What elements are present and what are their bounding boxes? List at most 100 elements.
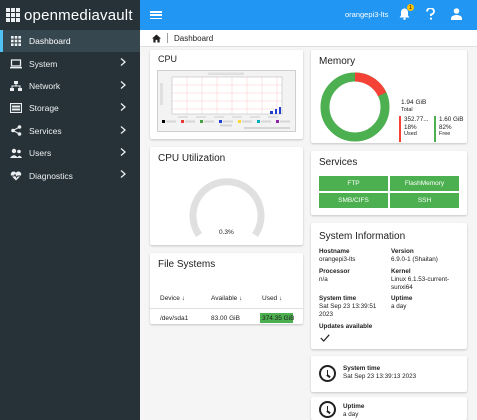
notification-count-badge: 1 bbox=[407, 4, 414, 11]
cpu-utilization-widget: CPU Utilization 0.3% bbox=[150, 147, 303, 245]
sidebar-item-network[interactable]: Network bbox=[0, 75, 140, 97]
uptime-widget: Uptime a day bbox=[311, 397, 467, 420]
cpu-usage-graph-image bbox=[157, 70, 296, 132]
divider bbox=[150, 308, 303, 309]
uptime-card-value: a day bbox=[343, 411, 359, 418]
version-label: Version bbox=[391, 248, 414, 255]
memory-donut-chart bbox=[320, 72, 390, 142]
uptime-card-label: Uptime bbox=[343, 403, 365, 410]
cpu-utilization-value: 0.3% bbox=[219, 229, 234, 236]
memory-total-label: Total bbox=[401, 107, 413, 113]
memory-used-value: 352.77... bbox=[404, 116, 429, 123]
sidebar-item-services[interactable]: Services bbox=[0, 120, 140, 142]
services-widget: Services FTP FlashMemory SMB/CIFS SSH bbox=[311, 151, 467, 215]
share-icon bbox=[10, 125, 22, 137]
hostname-label: orangepi3-lts bbox=[345, 10, 389, 19]
column-header-device[interactable]: Device ↓ bbox=[160, 295, 185, 302]
app-name: openmediavault bbox=[24, 6, 133, 24]
check-icon bbox=[320, 334, 330, 342]
memory-free-stat: 1.60 GiB 82% Free bbox=[434, 116, 464, 142]
memory-free-value: 1.60 GiB bbox=[439, 116, 464, 123]
uptime-label: Uptime bbox=[391, 295, 413, 302]
widget-title: System Information bbox=[319, 231, 406, 242]
cell-device: /dev/sda1 bbox=[160, 315, 189, 322]
sidebar-item-label: Users bbox=[29, 148, 52, 159]
cell-used: 374.35 GiB bbox=[262, 315, 295, 322]
chevron-right-icon bbox=[120, 58, 126, 68]
memory-total-value: 1.94 GiB bbox=[401, 99, 427, 106]
help-icon bbox=[425, 8, 435, 20]
sidebar-item-users[interactable]: Users bbox=[0, 142, 140, 164]
sidebar-item-label: Services bbox=[29, 125, 62, 136]
top-bar: orangepi3-lts 1 bbox=[140, 0, 477, 30]
sidebar-nav: Dashboard System Network Storage Service… bbox=[0, 30, 140, 187]
memory-widget: Memory 1.94 GiB Total 352.77... 18% Used… bbox=[311, 50, 467, 143]
chevron-right-icon bbox=[120, 103, 126, 113]
chevron-right-icon bbox=[120, 170, 126, 180]
processor-value: n/a bbox=[319, 276, 328, 283]
sidebar-item-label: Dashboard bbox=[29, 36, 71, 47]
sidebar-item-dashboard[interactable]: Dashboard bbox=[0, 30, 140, 53]
column-header-used[interactable]: Used ↓ bbox=[262, 295, 282, 302]
hostname-value: orangepi3-lts bbox=[319, 256, 356, 263]
users-icon bbox=[10, 147, 22, 159]
service-ssh[interactable]: SSH bbox=[390, 193, 459, 208]
heartbeat-icon bbox=[10, 170, 22, 182]
network-icon bbox=[10, 80, 22, 92]
hostname-label: Hostname bbox=[319, 248, 350, 255]
sidebar-item-storage[interactable]: Storage bbox=[0, 97, 140, 119]
system-time-card-label: System time bbox=[343, 365, 381, 372]
widget-title: CPU bbox=[158, 54, 178, 64]
memory-used-label: Used bbox=[404, 131, 417, 137]
cpu-widget: CPU bbox=[150, 50, 303, 139]
clock-icon bbox=[319, 401, 336, 418]
help-button[interactable] bbox=[423, 7, 437, 21]
memory-used-percent: 18% bbox=[404, 123, 417, 131]
top-bar-actions: 1 bbox=[397, 4, 477, 21]
clock-icon bbox=[319, 365, 336, 382]
dashboard-main: CPU CPU Utilization 0.3% File Systems De… bbox=[140, 47, 477, 420]
kernel-value: Linux 6.1.53-current-sunxi64 bbox=[391, 276, 450, 291]
file-systems-widget: File Systems Device ↓ Available ↓ Used ↓… bbox=[150, 253, 303, 324]
system-time-value: Sat Sep 23 13:39:51 2023 bbox=[319, 303, 377, 318]
service-flashmemory[interactable]: FlashMemory bbox=[390, 176, 459, 191]
breadcrumb-current: Dashboard bbox=[174, 33, 214, 43]
sidebar: openmediavault Dashboard System Network bbox=[0, 0, 140, 420]
kernel-label: Kernel bbox=[391, 268, 411, 275]
sidebar-item-label: System bbox=[29, 58, 58, 69]
widget-title: Memory bbox=[319, 56, 356, 67]
chevron-right-icon bbox=[120, 147, 126, 158]
user-icon bbox=[450, 8, 462, 20]
cell-available: 83.00 GiB bbox=[211, 315, 240, 322]
storage-icon bbox=[10, 102, 22, 114]
widget-title: Services bbox=[319, 157, 358, 168]
breadcrumb-separator bbox=[167, 33, 168, 43]
memory-free-percent: 82% bbox=[439, 123, 452, 131]
chevron-right-icon bbox=[120, 125, 126, 136]
chevron-right-icon bbox=[120, 80, 126, 91]
omv-logo-icon bbox=[6, 8, 20, 22]
dashboard-icon bbox=[10, 35, 22, 47]
widget-title: CPU Utilization bbox=[158, 153, 226, 164]
widget-title: File Systems bbox=[158, 259, 216, 270]
system-time-widget: System time Sat Sep 23 13:39:13 2023 bbox=[311, 356, 467, 392]
home-icon[interactable] bbox=[152, 33, 161, 43]
system-time-card-value: Sat Sep 23 13:39:13 2023 bbox=[343, 373, 417, 380]
uptime-value: a day bbox=[391, 303, 407, 310]
user-menu-button[interactable] bbox=[449, 7, 463, 21]
updates-available-label: Updates available bbox=[319, 323, 373, 330]
sidebar-item-label: Network bbox=[29, 80, 61, 91]
logo[interactable]: openmediavault bbox=[0, 0, 140, 30]
service-ftp[interactable]: FTP bbox=[319, 176, 388, 191]
service-smb-cifs[interactable]: SMB/CIFS bbox=[319, 193, 388, 208]
column-header-available[interactable]: Available ↓ bbox=[211, 295, 242, 302]
sidebar-item-system[interactable]: System bbox=[0, 52, 140, 74]
menu-icon[interactable] bbox=[150, 9, 162, 21]
memory-used-stat: 352.77... 18% Used bbox=[399, 116, 429, 142]
sidebar-item-diagnostics[interactable]: Diagnostics bbox=[0, 164, 140, 186]
laptop-icon bbox=[10, 58, 22, 70]
processor-label: Processor bbox=[319, 268, 350, 275]
notifications-button[interactable]: 1 bbox=[397, 4, 414, 21]
sidebar-item-label: Diagnostics bbox=[29, 170, 73, 181]
system-information-widget: System Information Hostname orangepi3-lt… bbox=[311, 223, 467, 349]
